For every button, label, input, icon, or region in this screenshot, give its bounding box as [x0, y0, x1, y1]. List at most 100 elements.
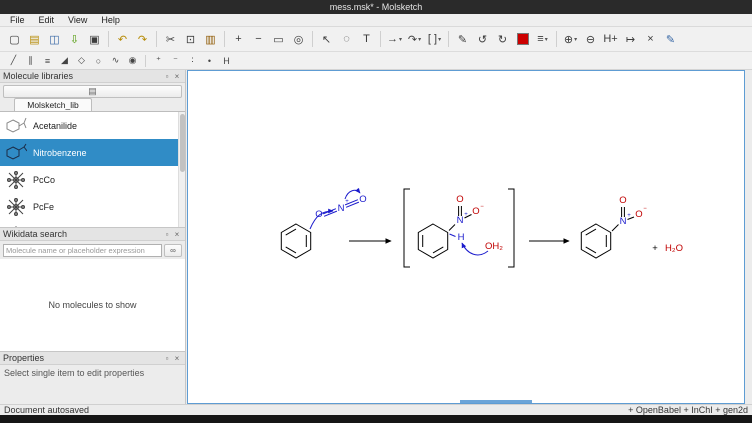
color-swatch[interactable] [517, 33, 529, 45]
rotate-cw-icon[interactable]: ↻ [493, 30, 512, 49]
delete-icon[interactable]: × [641, 30, 660, 49]
scrollbar-handle[interactable] [180, 114, 185, 172]
list-item-acetanilide[interactable]: Acetanilide [0, 112, 185, 139]
float-icon[interactable]: ▫ [162, 353, 172, 363]
bond-double-icon[interactable]: ∥ [23, 53, 38, 68]
new-document-icon[interactable]: ▢ [5, 30, 24, 49]
properties-dock-header: Properties ▫ × [0, 352, 185, 365]
molecule-thumbnail [4, 116, 28, 136]
molecule-thumbnail [4, 197, 28, 217]
nitronium-ion[interactable]: O N + O [310, 190, 367, 229]
taskbar-strip [0, 415, 752, 423]
draw-tool-icon[interactable]: ✎ [453, 30, 472, 49]
print-icon[interactable]: ▣ [85, 30, 104, 49]
zoom-in-icon[interactable]: + [229, 30, 248, 49]
molecule-library-list: Acetanilide Nitrobenzene PcCo PcFe [0, 112, 185, 228]
charge-label: − [643, 206, 647, 212]
mechanism-arrow-tool-icon[interactable]: ↷▾ [405, 30, 424, 49]
ring-5-icon[interactable]: ◇ [74, 53, 89, 68]
library-scrollbar[interactable] [178, 112, 185, 228]
edit-tool-icon[interactable]: ✎ [661, 30, 680, 49]
charge-minus-icon[interactable]: ⊖ [581, 30, 600, 49]
menu-file[interactable]: File [3, 14, 32, 27]
bond-wedge-icon[interactable]: ◢ [57, 53, 72, 68]
float-icon[interactable]: ▫ [162, 71, 172, 81]
cut-icon[interactable]: ✂ [161, 30, 180, 49]
hydrogen-icon[interactable]: H [219, 53, 234, 68]
toolbar-separator [380, 31, 381, 47]
open-file-icon[interactable]: ▤ [25, 30, 44, 49]
status-plugins: + OpenBabel + InChI + gen2d [628, 405, 748, 415]
zoom-original-icon[interactable]: ◎ [289, 30, 308, 49]
list-item-label: PcFe [33, 202, 54, 212]
tools-toolbar: ╱ ∥ ≡ ◢ ◇ ○ ∿ ◉ ⁺ ⁻ ∶ • H [0, 52, 752, 70]
decrease-charge-icon[interactable]: ⁻ [168, 53, 183, 68]
close-icon[interactable]: × [172, 71, 182, 81]
paste-icon[interactable]: ▥ [201, 30, 220, 49]
menu-edit[interactable]: Edit [32, 14, 62, 27]
arenium-intermediate[interactable]: N + O O − H OH₂ [404, 189, 514, 267]
radical-icon[interactable]: • [202, 53, 217, 68]
bond-triple-icon[interactable]: ≡ [40, 53, 55, 68]
properties-hint: Select single item to edit properties [0, 365, 185, 404]
list-item-pcco[interactable]: PcCo [0, 166, 185, 193]
select-tool-icon[interactable]: ↖ [317, 30, 336, 49]
wikidata-search-input[interactable] [3, 244, 162, 257]
open-library-button[interactable]: ▤ [3, 85, 182, 98]
dropdown-caret-icon: ▾ [574, 36, 577, 43]
mechanism-tool-icon[interactable]: ↦ [621, 30, 640, 49]
toolbar-separator [145, 55, 146, 67]
list-item-partial[interactable] [0, 220, 185, 228]
add-hydrogen-icon[interactable]: H+ [601, 30, 620, 49]
dropdown-caret-icon: ▾ [399, 36, 402, 43]
menu-help[interactable]: Help [94, 14, 127, 27]
line-width-icon[interactable]: ≡▾ [533, 30, 552, 49]
copy-icon[interactable]: ⊡ [181, 30, 200, 49]
drawing-canvas[interactable]: O N + O N + O O − H OH₂ [187, 70, 745, 404]
text-tool-icon[interactable]: T [357, 30, 376, 49]
redo-icon[interactable]: ↷ [133, 30, 152, 49]
close-icon[interactable]: × [172, 229, 182, 239]
increase-charge-icon[interactable]: ⁺ [151, 53, 166, 68]
dropdown-caret-icon: ▾ [545, 36, 548, 43]
arrow-tool-glyph: → [387, 33, 398, 45]
zoom-fit-icon[interactable]: ▭ [269, 30, 288, 49]
toolbar-separator [224, 31, 225, 47]
bond-single-icon[interactable]: ╱ [6, 53, 21, 68]
undo-icon[interactable]: ↶ [113, 30, 132, 49]
close-icon[interactable]: × [172, 353, 182, 363]
molecule-thumbnail [4, 224, 28, 229]
ring-aromatic-icon[interactable]: ◉ [125, 53, 140, 68]
list-item-pcfe[interactable]: PcFe [0, 193, 185, 220]
main-toolbar: ▢ ▤ ◫ ⇩ ▣ ↶ ↷ ✂ ⊡ ▥ + − ▭ ◎ ↖ ◌ T →▾ ↷▾ … [0, 27, 752, 52]
libraries-dock-title: Molecule libraries [3, 71, 162, 81]
benzene-reactant[interactable] [281, 224, 310, 258]
bracket-tool-glyph: [ ] [428, 33, 437, 45]
atom-label-o: O [472, 206, 479, 217]
canvas-hscrollbar[interactable] [460, 400, 532, 403]
export-icon[interactable]: ⇩ [65, 30, 84, 49]
toolbar-separator [556, 31, 557, 47]
search-button[interactable]: ∞ [164, 244, 182, 257]
bracket-tool-icon[interactable]: [ ]▾ [425, 30, 444, 49]
tab-molsketch-lib[interactable]: Molsketch_lib [14, 98, 92, 111]
nitrobenzene-product[interactable]: N + O O − [581, 195, 647, 258]
arrow-tool-icon[interactable]: →▾ [385, 30, 404, 49]
wikidata-search-row: ∞ [0, 241, 185, 259]
zoom-out-icon[interactable]: − [249, 30, 268, 49]
chain-icon[interactable]: ∿ [108, 53, 123, 68]
wikidata-results-area: No molecules to show [0, 259, 185, 352]
save-icon[interactable]: ◫ [45, 30, 64, 49]
title-bar: mess.msk* - Molsketch [0, 0, 752, 14]
lasso-tool-icon[interactable]: ◌ [337, 30, 356, 49]
charge-plus-icon[interactable]: ⊕▾ [561, 30, 580, 49]
rotate-ccw-icon[interactable]: ↺ [473, 30, 492, 49]
status-bar: Document autosaved + OpenBabel + InChI +… [0, 404, 752, 415]
float-icon[interactable]: ▫ [162, 229, 172, 239]
molecule-thumbnail [4, 170, 28, 190]
menu-view[interactable]: View [61, 14, 94, 27]
list-item-nitrobenzene[interactable]: Nitrobenzene [0, 139, 185, 166]
lone-pair-icon[interactable]: ∶ [185, 53, 200, 68]
left-bracket [404, 189, 410, 267]
ring-6-icon[interactable]: ○ [91, 53, 106, 68]
